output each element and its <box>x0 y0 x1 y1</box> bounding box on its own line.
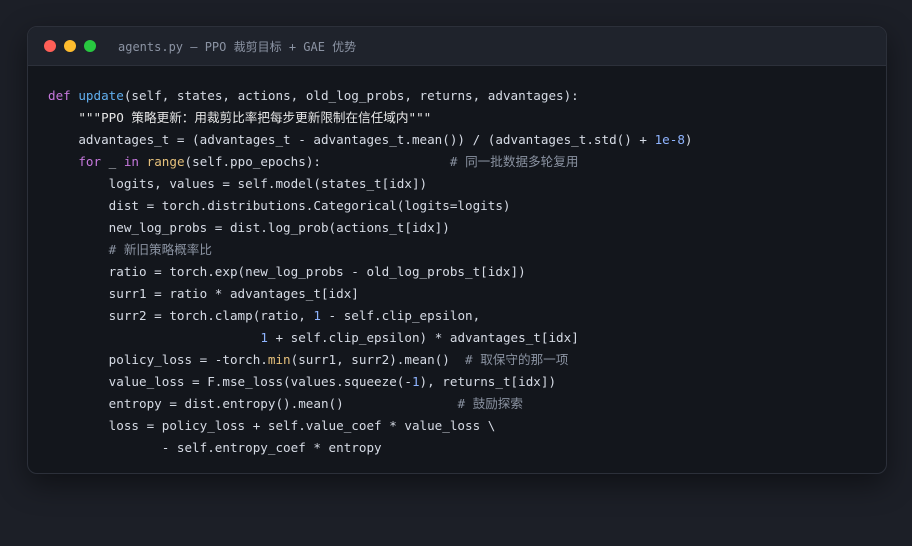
keyword-token: for <box>78 154 102 169</box>
code-text-token: entropy = dist.entropy().mean() <box>48 396 458 411</box>
code-text-token: dist = torch.distributions.Categorical(l… <box>48 198 511 213</box>
code-text-token: (self, states, actions, old_log_probs, r… <box>123 88 579 103</box>
code-line: surr2 = torch.clamp(ratio, 1 - self.clip… <box>48 305 693 327</box>
code-text-token: surr2 = torch.clamp(ratio, <box>48 308 314 323</box>
code-text-token: ), returns_t[idx]) <box>419 374 557 389</box>
code-text-token: surr1 = ratio * advantages_t[idx] <box>48 286 359 301</box>
docstring-token: """PPO 策略更新：用裁剪比率把每步更新限制在信任域内""" <box>78 110 432 125</box>
number-token: 1e-8 <box>654 132 685 147</box>
code-line: def update(self, states, actions, old_lo… <box>48 85 693 107</box>
code-line: policy_loss = -torch.min(surr1, surr2).m… <box>48 349 693 371</box>
number-token: 1 <box>260 330 268 345</box>
code-text-token: (surr1, surr2).mean() <box>290 352 466 367</box>
code-line: """PPO 策略更新：用裁剪比率把每步更新限制在信任域内""" <box>48 107 693 129</box>
code-line: ratio = torch.exp(new_log_probs - old_lo… <box>48 261 693 283</box>
code-line: for _ in range(self.ppo_epochs): # 同一批数据… <box>48 151 693 173</box>
code-text-token: logits, values = self.model(states_t[idx… <box>48 176 428 191</box>
code-text-token: loss = policy_loss + self.value_coef * v… <box>48 418 496 433</box>
code-text-token: new_log_probs = dist.log_prob(actions_t[… <box>48 220 450 235</box>
code-text-token: (self.ppo_epochs): <box>184 154 450 169</box>
code-text-token: ) <box>684 132 693 147</box>
code-line: advantages_t = (advantages_t - advantage… <box>48 129 693 151</box>
minimize-window-button[interactable] <box>64 40 76 52</box>
function-name-token: update <box>78 88 124 103</box>
comment-token: # 鼓励探索 <box>457 396 523 411</box>
code-line: logits, values = self.model(states_t[idx… <box>48 173 693 195</box>
code-line: loss = policy_loss + self.value_coef * v… <box>48 415 693 437</box>
code-window: agents.py — PPO 裁剪目标 + GAE 优势 def update… <box>27 26 887 474</box>
code-line: # 新旧策略概率比 <box>48 239 693 261</box>
code-text-token: value_loss = F.mse_loss(values.squeeze(- <box>48 374 412 389</box>
number-token: 1 <box>313 308 321 323</box>
code-text-token: - self.clip_epsilon, <box>320 308 481 323</box>
builtin-token: range <box>146 154 185 169</box>
code-text-token: policy_loss = -torch. <box>48 352 268 367</box>
code-line: value_loss = F.mse_loss(values.squeeze(-… <box>48 371 693 393</box>
code-line: entropy = dist.entropy().mean() # 鼓励探索 <box>48 393 693 415</box>
code-line: dist = torch.distributions.Categorical(l… <box>48 195 693 217</box>
comment-token: # 新旧策略概率比 <box>108 242 212 257</box>
keyword-token: def <box>48 88 71 103</box>
builtin-token: min <box>267 352 291 367</box>
close-window-button[interactable] <box>44 40 56 52</box>
comment-token: # 取保守的那一项 <box>465 352 569 367</box>
code-line: 1 + self.clip_epsilon) * advantages_t[id… <box>48 327 693 349</box>
maximize-window-button[interactable] <box>84 40 96 52</box>
code-text-token: + self.clip_epsilon) * advantages_t[idx] <box>267 330 579 345</box>
keyword-token: in <box>123 154 140 169</box>
window-title: agents.py — PPO 裁剪目标 + GAE 优势 <box>118 39 357 54</box>
code-line: new_log_probs = dist.log_prob(actions_t[… <box>48 217 693 239</box>
code-line: - self.entropy_coef * entropy <box>48 437 693 459</box>
comment-token: # 同一批数据多轮复用 <box>449 154 579 169</box>
code-line: surr1 = ratio * advantages_t[idx] <box>48 283 693 305</box>
code-editor[interactable]: def update(self, states, actions, old_lo… <box>48 85 693 459</box>
code-text-token: advantages_t = (advantages_t - advantage… <box>48 132 655 147</box>
number-token: 1 <box>411 374 420 389</box>
title-bar: agents.py — PPO 裁剪目标 + GAE 优势 <box>28 27 886 66</box>
code-text-token: - self.entropy_coef * entropy <box>48 440 382 455</box>
code-text-token: ratio = torch.exp(new_log_probs - old_lo… <box>48 264 526 279</box>
code-text-token: _ <box>101 154 124 169</box>
